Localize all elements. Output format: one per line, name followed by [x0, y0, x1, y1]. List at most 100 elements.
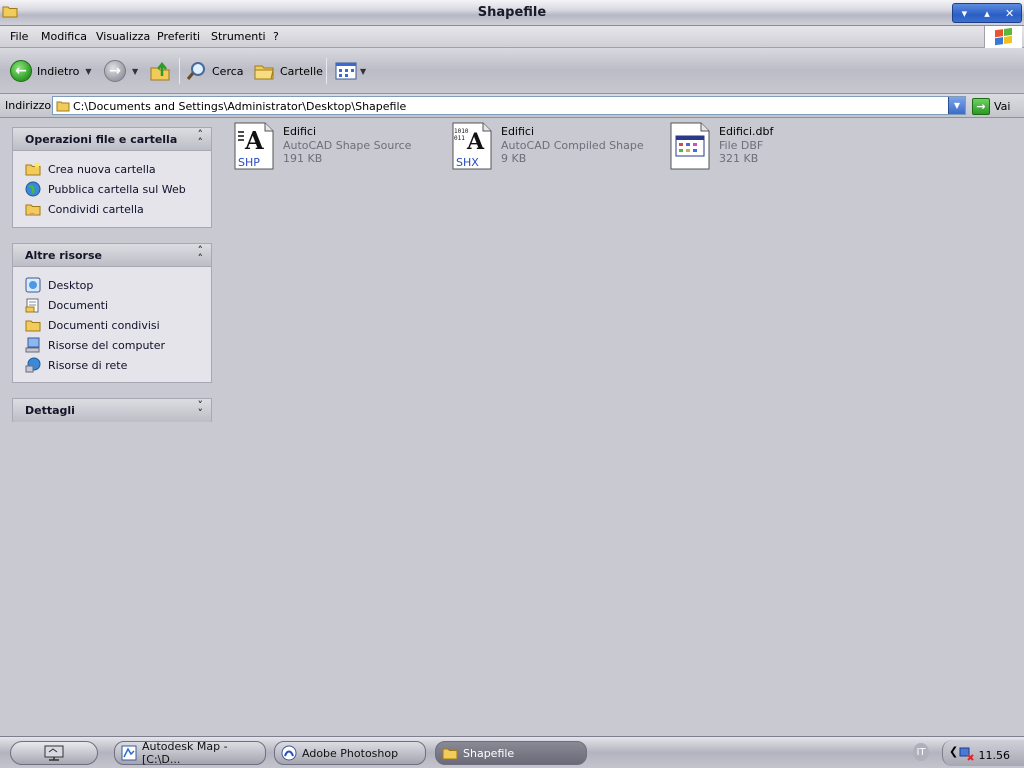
svg-text:A: A	[466, 129, 485, 155]
tray-expand-icon[interactable]: ❮	[949, 745, 958, 758]
file-tasks-header[interactable]: Operazioni file e cartella ˄ ˄	[13, 128, 211, 151]
task-photoshop[interactable]: Adobe Photoshop	[274, 741, 426, 765]
desktop-icon	[25, 277, 41, 293]
file-tasks-panel: Operazioni file e cartella ˄ ˄ Crea nuova…	[12, 127, 212, 228]
collapse-icon[interactable]: ˄ ˄	[198, 245, 204, 264]
place-network-label: Risorse di rete	[48, 358, 128, 372]
file-type: File DBF	[719, 139, 764, 152]
file-size: 191 KB	[283, 152, 323, 165]
go-label: Vai	[994, 99, 1011, 113]
menu-bar: File Modifica Visualizza Preferiti Strum…	[0, 26, 1024, 48]
views-icon	[335, 62, 357, 80]
task-new-folder[interactable]: Crea nuova cartella	[25, 159, 211, 179]
address-bar: Indirizzo C:\Documents and Settings\Admi…	[0, 94, 1024, 118]
other-places-panel: Altre risorse ˄ ˄ Desktop Documenti Docu…	[12, 243, 212, 383]
go-button[interactable]: → Vai	[972, 97, 1010, 115]
window-title: Shapefile	[477, 5, 547, 20]
taskbar: Autodesk Map - [C:\D... Adobe Photoshop …	[0, 736, 1024, 768]
file-badge: SHP	[238, 156, 260, 169]
file-item-dbf[interactable]: Edifici.dbf File DBF 321 KB	[670, 122, 880, 174]
menu-preferiti[interactable]: Preferiti	[157, 30, 200, 43]
chevron-down-icon[interactable]: ▼	[132, 67, 138, 76]
task-new-folder-label: Crea nuova cartella	[48, 162, 156, 176]
windows-logo-icon	[984, 26, 1022, 48]
svg-text:011: 011	[454, 135, 465, 142]
minimize-button[interactable]: ▾	[954, 5, 974, 21]
place-documents[interactable]: Documenti	[25, 295, 211, 315]
task-label: Shapefile	[463, 746, 515, 760]
file-name: Edifici	[283, 125, 317, 138]
expand-icon[interactable]: ˅ ˅	[198, 400, 204, 419]
address-input[interactable]: C:\Documents and Settings\Administrator\…	[52, 96, 966, 115]
back-label: Indietro	[37, 64, 80, 78]
views-button[interactable]: ▼	[335, 59, 366, 83]
toolbar-separator	[179, 58, 180, 84]
search-label: Cerca	[212, 64, 244, 78]
shp-file-icon: A SHP	[234, 122, 274, 170]
network-status-icon[interactable]	[959, 745, 975, 761]
up-folder-button[interactable]	[149, 59, 171, 83]
chevron-down-icon[interactable]: ▼	[360, 67, 366, 76]
task-shapefile[interactable]: Shapefile	[435, 741, 587, 765]
file-name: Edifici	[501, 125, 535, 138]
folder-icon	[25, 317, 41, 333]
chevron-down-icon[interactable]: ▼	[85, 67, 91, 76]
title-bar[interactable]: Shapefile ▾ ▴ ✕	[0, 0, 1024, 26]
forward-button[interactable]: → ▼	[104, 59, 138, 83]
task-publish-web-label: Pubblica cartella sul Web	[48, 182, 186, 196]
file-badge: SHX	[456, 156, 479, 169]
place-documents-label: Documenti	[48, 298, 109, 312]
details-header[interactable]: Dettagli ˅ ˅	[13, 399, 211, 422]
search-button[interactable]: Cerca	[186, 59, 244, 83]
window-controls: ▾ ▴ ✕	[952, 3, 1022, 23]
file-name: Edifici.dbf	[719, 125, 774, 138]
address-label: Indirizzo	[5, 99, 52, 112]
place-my-computer-label: Risorse del computer	[48, 338, 166, 352]
file-type: AutoCAD Shape Source	[283, 139, 412, 152]
other-places-title: Altre risorse	[25, 249, 102, 262]
place-desktop[interactable]: Desktop	[25, 275, 211, 295]
file-tasks-title: Operazioni file e cartella	[25, 133, 178, 146]
collapse-icon[interactable]: ˄ ˄	[198, 129, 204, 148]
task-label: Autodesk Map - [C:\D...	[142, 740, 228, 766]
task-autodesk-map[interactable]: Autodesk Map - [C:\D...	[114, 740, 266, 766]
autodesk-map-icon	[121, 745, 137, 761]
place-my-computer[interactable]: Risorse del computer	[25, 335, 211, 355]
file-item-shp[interactable]: A SHP Edifici AutoCAD Shape Source 191 K…	[234, 122, 444, 174]
file-size: 321 KB	[719, 152, 759, 165]
documents-icon	[25, 297, 41, 313]
new-folder-icon	[25, 161, 41, 177]
place-network[interactable]: Risorse di rete	[25, 355, 211, 375]
close-button[interactable]: ✕	[1000, 5, 1020, 21]
file-item-shx[interactable]: 1010 011 A SHX Edifici AutoCAD Compiled …	[452, 122, 662, 174]
network-icon	[25, 357, 41, 373]
place-desktop-label: Desktop	[48, 278, 94, 292]
search-icon	[186, 62, 205, 80]
shared-folder-icon	[25, 201, 41, 217]
start-button[interactable]	[10, 741, 98, 765]
computer-icon	[25, 337, 41, 353]
go-arrow-icon: →	[972, 97, 990, 115]
back-button[interactable]: ← Indietro ▼	[10, 59, 92, 83]
menu-modifica[interactable]: Modifica	[41, 30, 87, 43]
folders-button[interactable]: Cartelle	[253, 59, 323, 83]
toolbar: ← Indietro ▼ → ▼ Cerca Cartelle ▼	[0, 48, 1024, 94]
task-publish-web[interactable]: Pubblica cartella sul Web	[25, 179, 211, 199]
other-places-header[interactable]: Altre risorse ˄ ˄	[13, 244, 211, 267]
language-indicator[interactable]: IT	[913, 743, 929, 761]
forward-arrow-icon: →	[104, 60, 126, 82]
menu-file[interactable]: File	[10, 30, 28, 43]
menu-visualizza[interactable]: Visualizza	[96, 30, 150, 43]
menu-strumenti[interactable]: Strumenti	[211, 30, 266, 43]
task-share-folder-label: Condividi cartella	[48, 202, 144, 216]
system-tray: ❮ 11.56	[942, 740, 1024, 766]
dbf-file-icon	[670, 122, 710, 170]
task-share-folder[interactable]: Condividi cartella	[25, 199, 211, 219]
address-dropdown-button[interactable]: ▼	[948, 97, 965, 114]
menu-help[interactable]: ?	[273, 30, 279, 43]
folder-icon	[442, 745, 458, 761]
folders-icon	[254, 65, 274, 80]
place-shared-documents[interactable]: Documenti condivisi	[25, 315, 211, 335]
details-panel: Dettagli ˅ ˅	[12, 398, 212, 422]
maximize-button[interactable]: ▴	[977, 5, 997, 21]
